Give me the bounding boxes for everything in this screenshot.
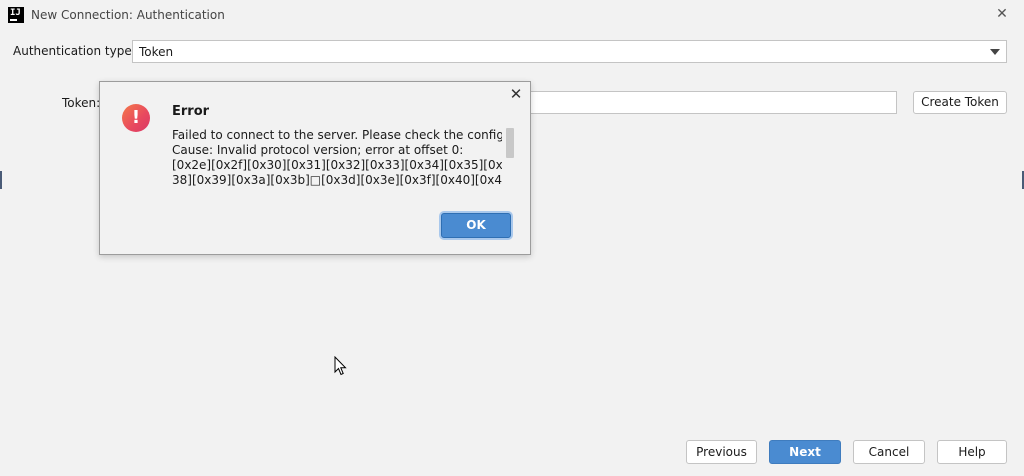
window-edge-marker-left [0,171,2,189]
auth-type-value: Token [139,45,174,59]
window-title: New Connection: Authentication [31,8,225,22]
error-message-line: Cause: Invalid protocol version; error a… [172,143,464,157]
chevron-down-icon [990,49,1000,55]
auth-type-label: Authentication type: [13,44,136,58]
next-button[interactable]: Next [769,440,841,464]
token-input[interactable] [500,91,897,114]
token-label: Token: [62,96,101,110]
error-dialog: ✕ ! Error Failed to connect to the serve… [99,81,531,255]
help-button[interactable]: Help [937,440,1007,464]
cancel-button[interactable]: Cancel [853,440,925,464]
auth-type-dropdown[interactable]: Token [132,40,1007,63]
message-scrollbar[interactable] [506,128,514,158]
new-connection-window: IJ New Connection: Authentication ✕ Auth… [0,0,1024,476]
error-message: Failed to connect to the server. Please … [172,128,502,190]
previous-button[interactable]: Previous [686,440,757,464]
error-icon: ! [122,104,150,132]
dialog-title: Error [172,104,210,119]
error-message-line: Failed to connect to the server. Please … [172,128,502,142]
error-message-line: [0x2e][0x2f][0x30][0x31][0x32][0x33][0x3… [172,158,502,172]
dialog-close-icon[interactable]: ✕ [508,86,524,102]
ok-button[interactable]: OK [441,213,511,238]
error-message-line: 38][0x39][0x3a][0x3b]□[0x3d][0x3e][0x3f]… [172,173,502,187]
title-bar: IJ New Connection: Authentication ✕ [0,0,1024,31]
mouse-pointer-icon [334,356,347,376]
intellij-app-icon: IJ [8,7,24,23]
window-close-icon[interactable]: ✕ [994,6,1010,22]
create-token-button[interactable]: Create Token [913,91,1007,114]
